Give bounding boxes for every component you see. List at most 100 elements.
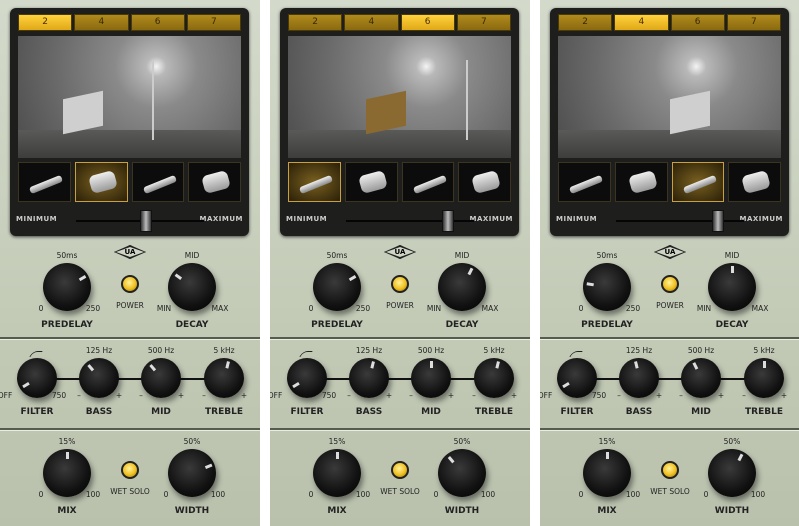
mic-option-3[interactable] (671, 162, 725, 202)
bass-label: BASS (625, 407, 653, 417)
predelay-knob[interactable] (313, 263, 361, 311)
room-tab-4[interactable]: 4 (344, 14, 399, 31)
room-display: 2 4 6 7 MINIMUM MAXIMUM (550, 8, 789, 236)
plugin-panel: 2 4 6 7 MINIMUM MAXIMUM UA 50ms 0 250 PREDELAY MID M… (0, 0, 260, 526)
decay-min-label: MIN (696, 304, 712, 313)
decay-knob[interactable] (438, 263, 486, 311)
predelay-min-label: 0 (38, 304, 44, 313)
power-button[interactable] (121, 275, 139, 293)
width-knob[interactable] (168, 449, 216, 497)
power-button[interactable] (391, 275, 409, 293)
mid-label: MID (421, 407, 441, 417)
room-tab-6[interactable]: 6 (400, 14, 455, 31)
room-image (18, 36, 241, 158)
width-knob[interactable] (438, 449, 486, 497)
mic-distance-slider[interactable] (346, 210, 474, 232)
predelay-knob[interactable] (43, 263, 91, 311)
mid-min-label: – (409, 391, 413, 400)
bass-max-label: + (655, 391, 663, 400)
width-knob[interactable] (708, 449, 756, 497)
decay-min-label: MIN (156, 304, 172, 313)
mic-option-3[interactable] (401, 162, 455, 202)
decay-knob[interactable] (168, 263, 216, 311)
mic-option-2[interactable] (614, 162, 668, 202)
treble-value-label: 5 kHz (213, 346, 235, 355)
wet-solo-button[interactable] (661, 461, 679, 479)
large-diaphragm-mic-icon (201, 169, 232, 195)
mix-knob[interactable] (583, 449, 631, 497)
room-tab-7[interactable]: 7 (726, 14, 781, 31)
decay-knob[interactable] (708, 263, 756, 311)
bass-knob[interactable] (349, 358, 389, 398)
filter-min-label: OFF (540, 391, 553, 400)
room-tab-7[interactable]: 7 (456, 14, 511, 31)
wet-solo-button[interactable] (121, 461, 139, 479)
slider-thumb[interactable] (712, 210, 725, 232)
treble-max-label: + (240, 391, 248, 400)
room-tab-2[interactable]: 2 (18, 14, 73, 31)
room-image (558, 36, 781, 158)
knob-indicator (224, 361, 230, 369)
mix-label: MIX (597, 506, 617, 516)
treble-label: TREBLE (205, 407, 243, 417)
slider-max-label: MAXIMUM (739, 215, 783, 223)
mix-knob[interactable] (43, 449, 91, 497)
room-tab-7[interactable]: 7 (186, 14, 241, 31)
mid-knob[interactable] (681, 358, 721, 398)
bass-knob[interactable] (619, 358, 659, 398)
stand (151, 60, 154, 140)
wet-solo-label: WET SOLO (110, 487, 150, 496)
room-tab-2[interactable]: 2 (558, 14, 613, 31)
treble-max-label: + (780, 391, 788, 400)
mic-selector (18, 162, 241, 202)
wet-solo-label: WET SOLO (650, 487, 690, 496)
mic-option-2[interactable] (74, 162, 128, 202)
highpass-icon (569, 351, 583, 357)
mic-option-4[interactable] (458, 162, 511, 202)
room-tab-2[interactable]: 2 (288, 14, 343, 31)
mic-option-4[interactable] (188, 162, 241, 202)
mid-min-label: – (139, 391, 143, 400)
treble-knob[interactable] (744, 358, 784, 398)
room-tab-4[interactable]: 4 (614, 14, 669, 31)
filter-max-label: 750 (591, 391, 607, 400)
mic-distance-slider[interactable] (76, 210, 204, 232)
knob-indicator (291, 381, 300, 389)
room-tab-6[interactable]: 6 (670, 14, 725, 31)
slider-thumb[interactable] (442, 210, 455, 232)
width-label: WIDTH (714, 506, 750, 516)
width-min-label: 0 (163, 490, 169, 499)
room-tab-6[interactable]: 6 (130, 14, 185, 31)
mid-knob[interactable] (141, 358, 181, 398)
mic-option-3[interactable] (131, 162, 185, 202)
treble-knob[interactable] (474, 358, 514, 398)
mic-option-1[interactable] (18, 162, 71, 202)
bass-value-label: 125 Hz (85, 346, 113, 355)
bass-knob[interactable] (79, 358, 119, 398)
predelay-value-label: 50ms (596, 251, 618, 260)
mic-option-1[interactable] (558, 162, 611, 202)
wet-solo-button[interactable] (391, 461, 409, 479)
mix-knob[interactable] (313, 449, 361, 497)
decay-max-label: MAX (481, 304, 499, 313)
mid-knob[interactable] (411, 358, 451, 398)
power-button[interactable] (661, 275, 679, 293)
mid-min-label: – (679, 391, 683, 400)
bass-max-label: + (115, 391, 123, 400)
filter-min-label: OFF (270, 391, 283, 400)
mic-option-4[interactable] (728, 162, 781, 202)
treble-value-label: 5 kHz (483, 346, 505, 355)
room-image (288, 36, 511, 158)
mic-distance-slider[interactable] (616, 210, 744, 232)
mic-option-2[interactable] (344, 162, 398, 202)
room-tab-4[interactable]: 4 (74, 14, 129, 31)
slider-thumb[interactable] (140, 210, 153, 232)
mic-option-1[interactable] (288, 162, 341, 202)
pencil-mic-icon (28, 174, 64, 195)
pencil-mic-icon (142, 174, 177, 195)
plugin-panel: 2 4 6 7 MINIMUM MAXIMUM UA 50ms 0 250 PREDELAY MID M… (270, 0, 530, 526)
stand (466, 60, 469, 140)
ua-logo-text: UA (116, 247, 144, 257)
treble-knob[interactable] (204, 358, 244, 398)
predelay-knob[interactable] (583, 263, 631, 311)
